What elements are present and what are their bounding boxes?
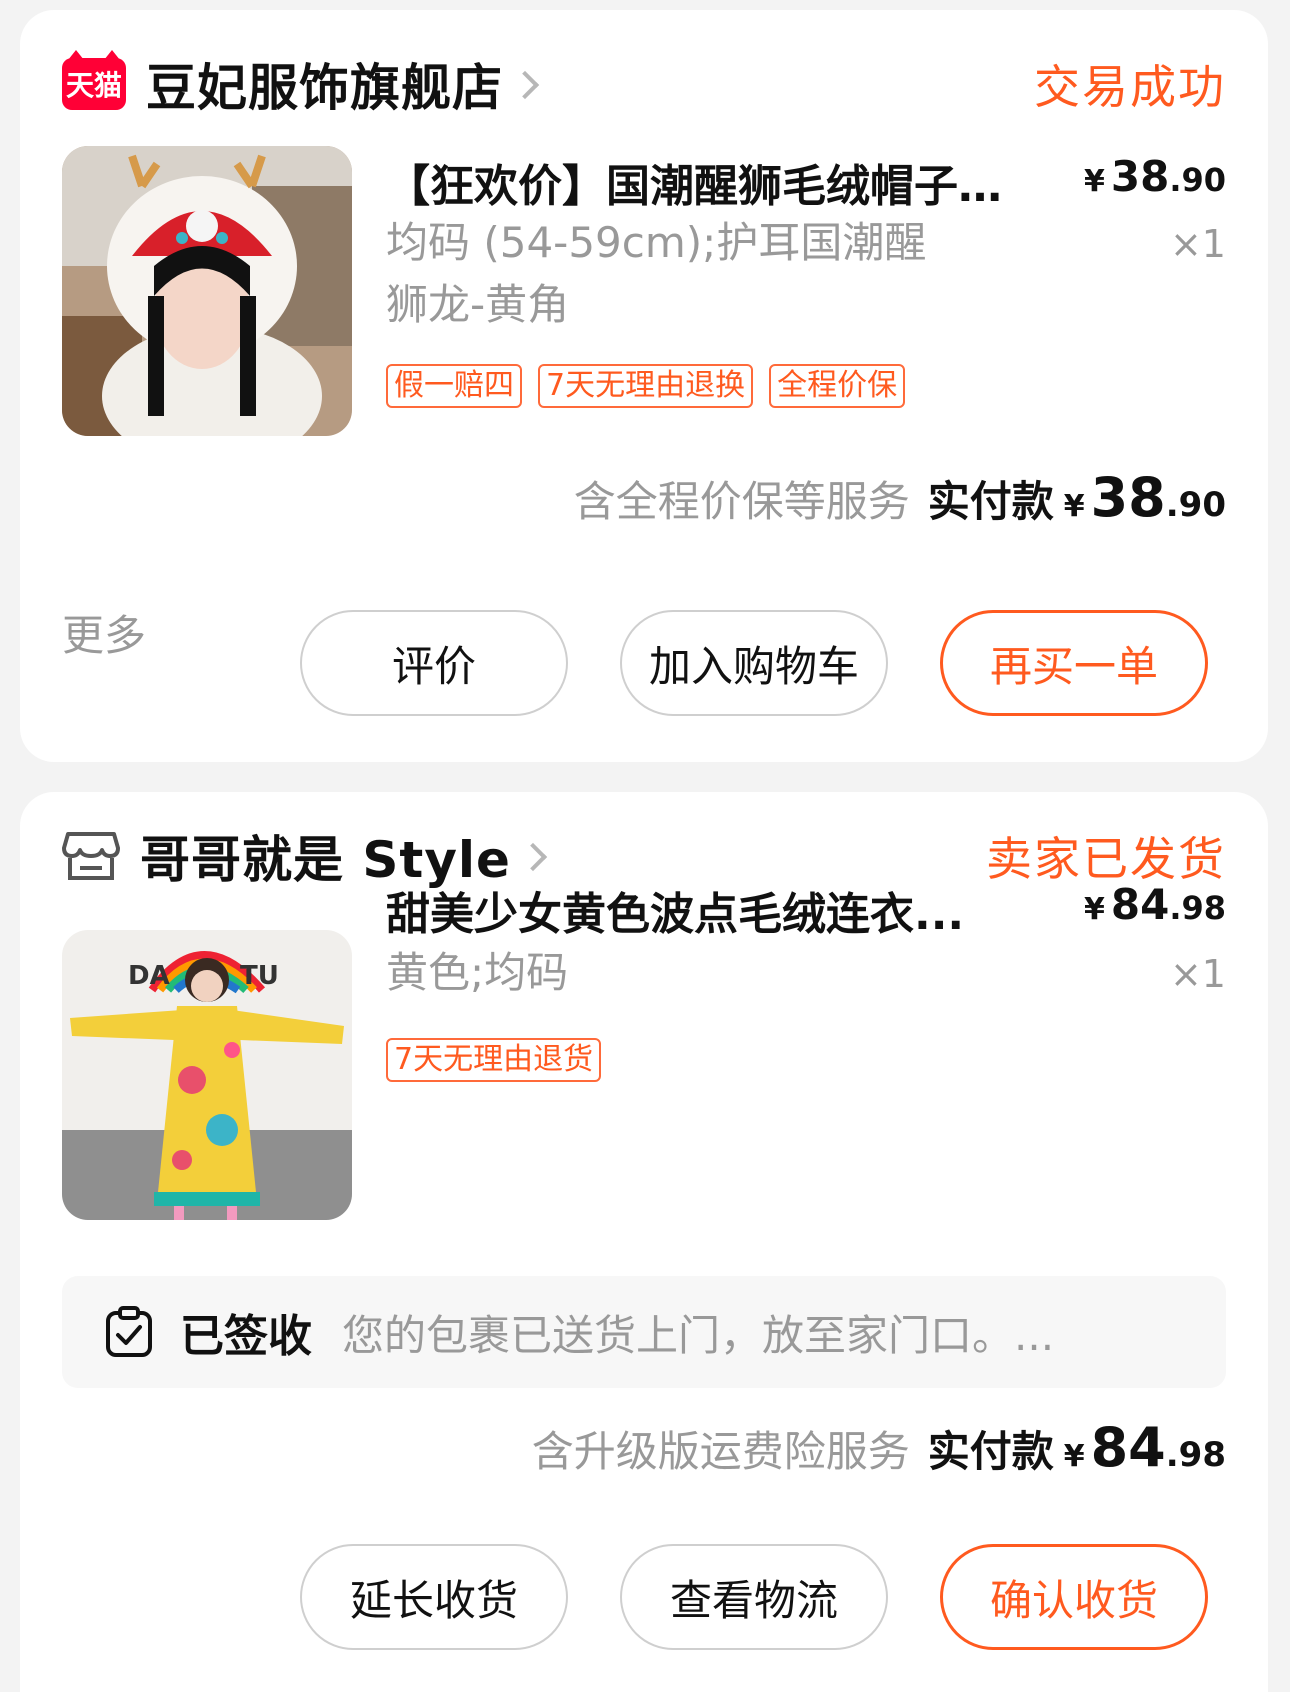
currency-symbol: ¥ <box>1083 164 1105 199</box>
payment-note: 含全程价保等服务 <box>573 477 910 526</box>
price-integer: 38 <box>1110 152 1170 201</box>
spec-line: 均码 (54-59cm);护耳国潮醒 <box>386 218 927 267</box>
product-price: ¥38.90 <box>1084 152 1226 201</box>
shop-name[interactable]: 豆妃服饰旗舰店 <box>146 48 503 120</box>
service-tags: 7天无理由退货 <box>386 1038 602 1082</box>
tmall-badge-text: 天猫 <box>65 69 122 102</box>
service-tag: 7天无理由退货 <box>386 1038 602 1082</box>
paid-decimal: .90 <box>1165 485 1226 525</box>
product-spec: 均码 (54-59cm);护耳国潮醒 狮龙-黄角 <box>386 212 1006 336</box>
service-tag: 全程价保 <box>769 364 906 408</box>
tmall-badge-icon: 天猫 <box>62 50 126 110</box>
payment-label: 实付款 <box>927 477 1054 526</box>
view-logistics-button[interactable]: 查看物流 <box>620 1544 888 1650</box>
service-tags: 假一赔四 7天无理由退换 全程价保 <box>386 364 906 408</box>
chevron-right-icon <box>510 70 540 100</box>
price-decimal: .90 <box>1169 161 1226 199</box>
currency-symbol: ¥ <box>1063 489 1085 524</box>
currency-symbol: ¥ <box>1083 892 1105 927</box>
payment-summary: 含全程价保等服务 实付款 ¥38.90 <box>574 466 1226 529</box>
product-image[interactable] <box>62 146 352 436</box>
payment-summary: 含升级版运费险服务 实付款 ¥84.98 <box>532 1416 1226 1479</box>
spec-line: 狮龙-黄角 <box>386 280 570 329</box>
logistics-text: 您的包裹已送货上门，放至家门口。... <box>342 1310 1055 1360</box>
clipboard-check-icon <box>106 1306 152 1357</box>
shop-header[interactable]: 天猫 豆妃服饰旗舰店 交易成功 <box>62 44 1226 124</box>
buy-again-button[interactable]: 再买一单 <box>940 610 1208 716</box>
image-text: TU <box>240 961 279 991</box>
review-button[interactable]: 评价 <box>300 610 568 716</box>
payment-note: 含升级版运费险服务 <box>531 1427 910 1476</box>
price-decimal: .98 <box>1169 889 1226 927</box>
order-status: 交易成功 <box>1034 60 1226 114</box>
order-card[interactable]: 哥哥就是 Style 卖家已发货 DA TU 甜美少女黄色波点毛绒连衣... ¥… <box>20 792 1268 1692</box>
price-integer: 84 <box>1110 880 1170 929</box>
product-quantity: ×1 <box>1169 952 1226 996</box>
logistics-summary[interactable]: 已签收 您的包裹已送货上门，放至家门口。... <box>62 1276 1226 1388</box>
product-image[interactable]: DA TU <box>62 930 352 1220</box>
spec-line: 黄色;均码 <box>386 948 569 997</box>
store-icon <box>62 827 120 885</box>
product-quantity: ×1 <box>1169 222 1226 266</box>
paid-integer: 84 <box>1090 1416 1166 1479</box>
product-spec: 黄色;均码 <box>386 942 1006 1004</box>
chevron-right-icon <box>518 842 548 872</box>
confirm-receipt-button[interactable]: 确认收货 <box>940 1544 1208 1650</box>
paid-integer: 38 <box>1090 466 1166 529</box>
paid-decimal: .98 <box>1165 1435 1226 1475</box>
currency-symbol: ¥ <box>1063 1439 1085 1474</box>
more-link[interactable]: 更多 <box>62 602 146 663</box>
add-to-cart-button[interactable]: 加入购物车 <box>620 610 888 716</box>
service-tag: 7天无理由退换 <box>538 364 754 408</box>
extend-receipt-button[interactable]: 延长收货 <box>300 1544 568 1650</box>
order-card[interactable]: 天猫 豆妃服饰旗舰店 交易成功 【狂欢价】国潮醒狮毛绒帽子... ¥38.90 <box>20 10 1268 762</box>
logistics-status: 已签收 <box>180 1311 312 1362</box>
payment-label: 实付款 <box>927 1427 1054 1476</box>
product-title[interactable]: 【狂欢价】国潮醒狮毛绒帽子... <box>386 150 1006 214</box>
product-price: ¥84.98 <box>1084 880 1226 929</box>
service-tag: 假一赔四 <box>386 364 522 408</box>
product-title[interactable]: 甜美少女黄色波点毛绒连衣... <box>386 878 1006 942</box>
image-text: DA <box>128 961 170 991</box>
